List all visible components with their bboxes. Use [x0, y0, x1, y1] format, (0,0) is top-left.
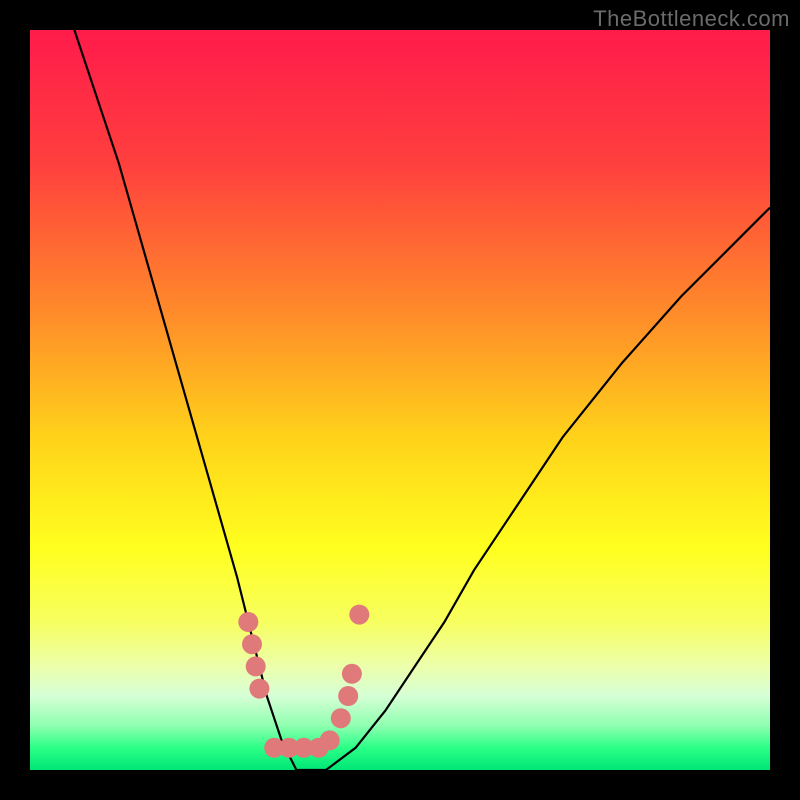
data-marker: [331, 708, 351, 728]
data-marker: [349, 605, 369, 625]
data-marker: [342, 664, 362, 684]
plot-area: [30, 30, 770, 770]
data-marker: [238, 612, 258, 632]
data-marker: [242, 634, 262, 654]
data-marker: [249, 679, 269, 699]
data-marker: [320, 730, 340, 750]
gradient-background: [30, 30, 770, 770]
data-marker: [246, 656, 266, 676]
watermark-label: TheBottleneck.com: [593, 6, 790, 32]
data-marker: [338, 686, 358, 706]
bottleneck-chart: [30, 30, 770, 770]
chart-frame: TheBottleneck.com: [0, 0, 800, 800]
